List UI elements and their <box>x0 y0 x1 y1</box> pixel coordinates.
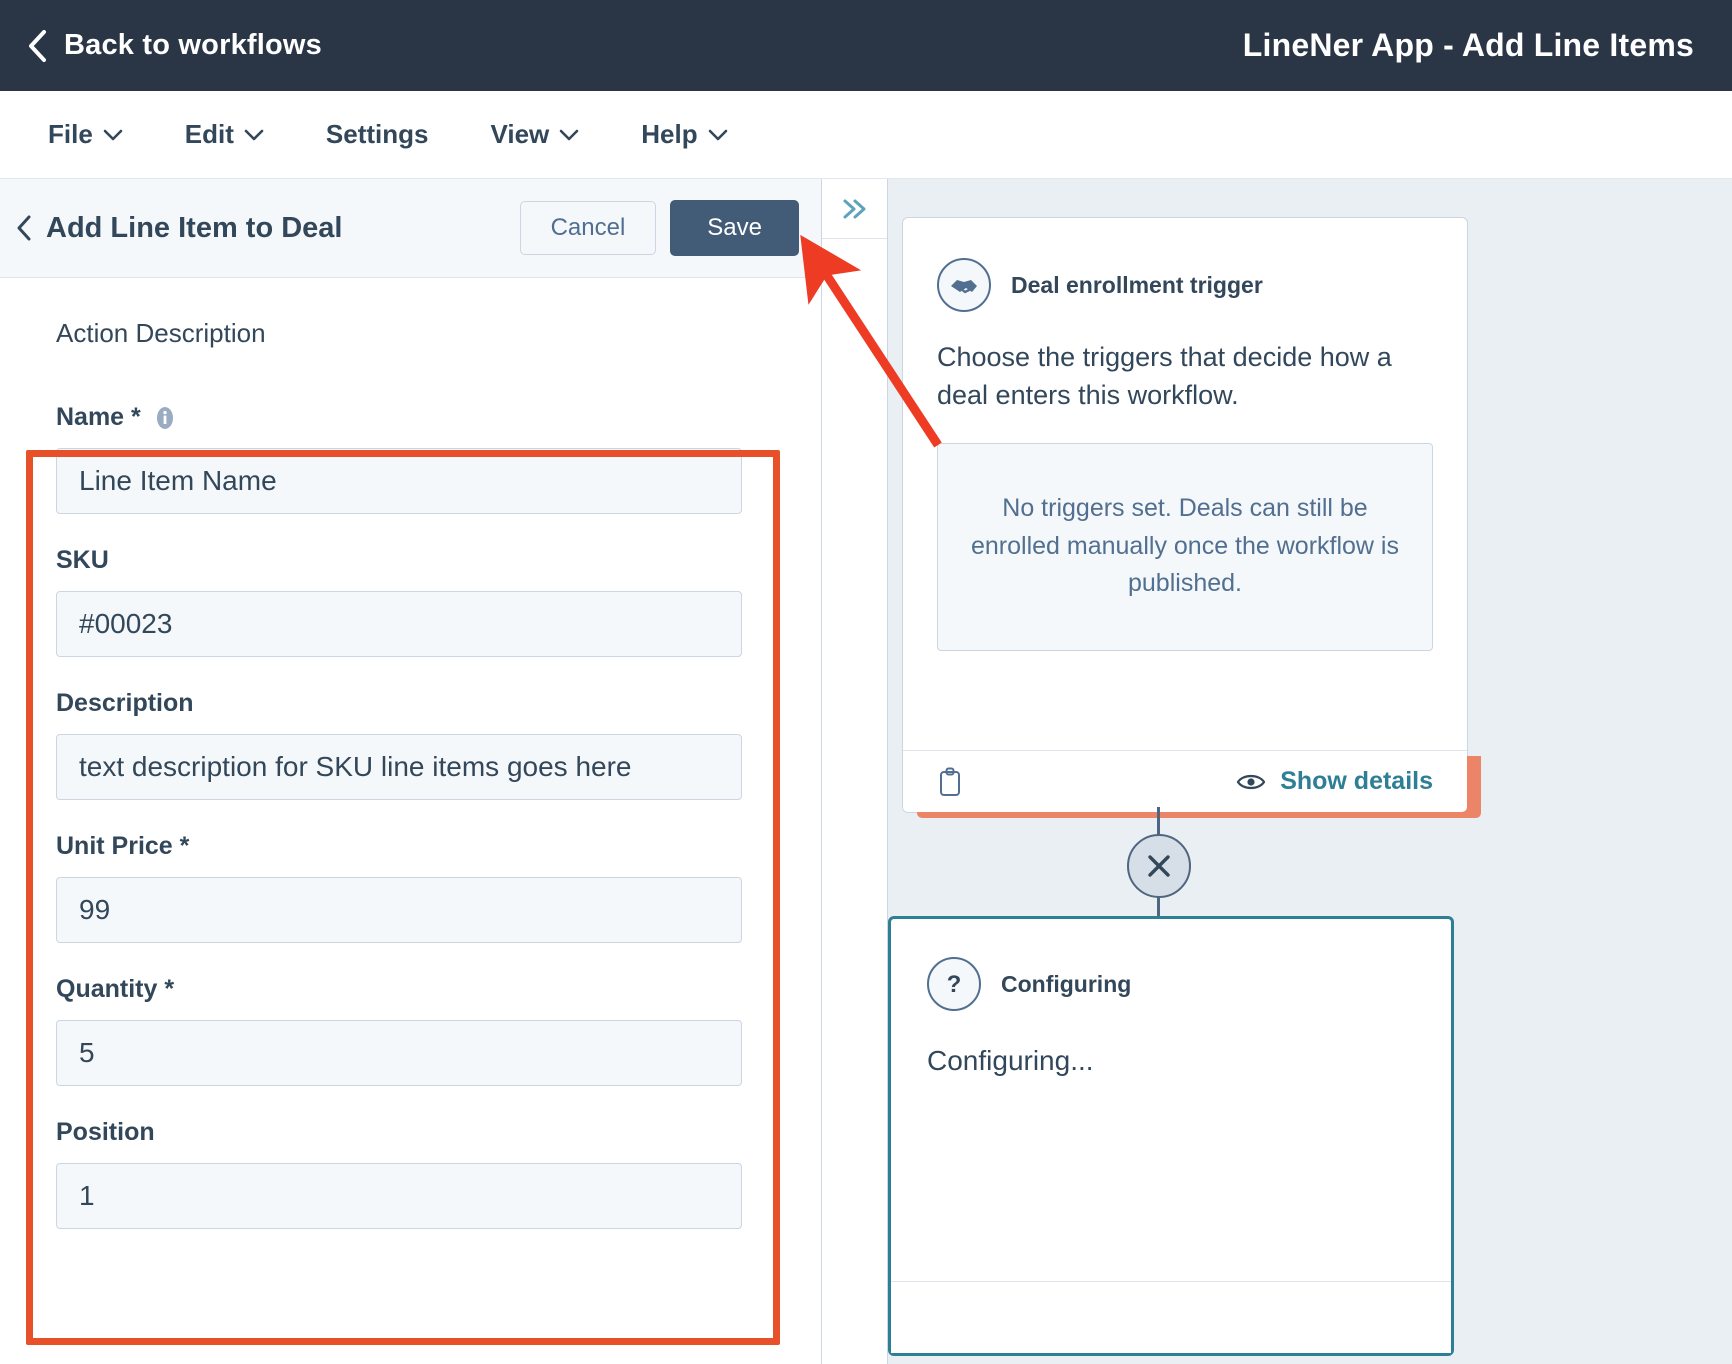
app-window: Back to workflows LineNer App - Add Line… <box>0 0 1732 1364</box>
deal-enrollment-trigger-card[interactable]: Deal enrollment trigger Choose the trigg… <box>902 217 1481 818</box>
question-mark-icon: ? <box>927 957 981 1011</box>
configuring-card-body: Configuring... <box>927 1045 1094 1076</box>
unit-price-input[interactable]: 99 <box>56 877 742 943</box>
menu-item-help[interactable]: Help <box>641 119 727 150</box>
app-title: LineNer App - Add Line Items <box>1242 27 1694 63</box>
panel-title: Add Line Item to Deal <box>46 211 343 244</box>
field-unit-price: Unit Price * 99 <box>56 832 742 943</box>
description-input[interactable]: text description for SKU line items goes… <box>56 734 742 800</box>
expand-panel-button[interactable] <box>822 179 887 239</box>
svg-text:?: ? <box>947 971 962 998</box>
field-sku: SKU #00023 <box>56 546 742 657</box>
line-item-form: Name * Line Item Name SKU #00023 Descrip… <box>0 349 742 1229</box>
name-input[interactable]: Line Item Name <box>56 448 742 514</box>
double-chevron-right-icon <box>843 199 865 218</box>
chevron-down-icon <box>244 129 264 140</box>
action-description-label: Action Description <box>56 318 266 348</box>
panel-header-actions: Cancel Save <box>519 200 799 256</box>
position-input[interactable]: 1 <box>56 1163 742 1229</box>
action-edit-panel: Add Line Item to Deal Cancel Save Action… <box>0 179 822 1364</box>
configuring-card-content: ? Configuring Configuring... <box>891 919 1451 1077</box>
field-quantity: Quantity * 5 <box>56 975 742 1086</box>
chevron-left-icon <box>17 215 31 241</box>
chevron-down-icon <box>103 129 123 140</box>
field-description-label: Description <box>56 689 194 717</box>
menu-item-edit-label: Edit <box>184 119 234 149</box>
menu-item-edit[interactable]: Edit <box>185 119 264 150</box>
no-triggers-text: No triggers set. Deals can still be enro… <box>971 494 1399 598</box>
field-name-label: Name * <box>56 403 740 432</box>
trigger-card-description: Choose the triggers that decide how a de… <box>937 342 1392 411</box>
trigger-card-content: Deal enrollment trigger Choose the trigg… <box>903 218 1467 651</box>
menu-item-help-label: Help <box>641 119 698 149</box>
back-to-workflows-label: Back to workflows <box>64 29 323 61</box>
panel-collapse-strip <box>822 179 888 1364</box>
field-position-label: Position <box>56 1118 155 1146</box>
clipboard-icon[interactable] <box>937 767 963 797</box>
menu-item-settings[interactable]: Settings <box>326 119 429 150</box>
no-triggers-empty-state: No triggers set. Deals can still be enro… <box>937 442 1433 651</box>
sku-input[interactable]: #00023 <box>56 591 742 657</box>
cancel-button[interactable]: Cancel <box>519 201 657 255</box>
field-position: Position 1 <box>56 1118 742 1229</box>
menu-item-file-label: File <box>48 119 93 149</box>
info-icon[interactable] <box>153 406 177 430</box>
field-quantity-label: Quantity * <box>56 975 175 1003</box>
workflow-canvas: Deal enrollment trigger Choose the trigg… <box>888 179 1732 1364</box>
configuring-card-footer <box>891 1281 1451 1353</box>
top-header: Back to workflows LineNer App - Add Line… <box>0 0 1732 91</box>
back-to-workflows-button[interactable]: Back to workflows <box>26 29 322 63</box>
remove-connector-button[interactable] <box>1127 834 1191 898</box>
configuring-card-header: ? Configuring <box>927 957 1415 1011</box>
show-details-label: Show details <box>1280 767 1433 795</box>
menu-item-file[interactable]: File <box>48 119 123 150</box>
chevron-left-icon <box>29 29 46 62</box>
save-button[interactable]: Save <box>670 200 799 256</box>
configuring-card-title: Configuring <box>1001 970 1132 997</box>
configuring-card[interactable]: ? Configuring Configuring... <box>888 916 1454 1356</box>
field-sku-label: SKU <box>56 546 109 574</box>
panel-header: Add Line Item to Deal Cancel Save <box>0 179 821 278</box>
handshake-icon <box>937 258 991 312</box>
panel-back-button[interactable]: Add Line Item to Deal <box>16 212 342 245</box>
panel-body: Action Description Name * Line Item Name <box>0 278 821 1364</box>
field-unit-price-label: Unit Price * <box>56 832 190 860</box>
trigger-card-header: Deal enrollment trigger <box>937 258 1433 312</box>
show-details-button[interactable]: Show details <box>1236 767 1433 796</box>
chevron-down-icon <box>559 129 579 140</box>
menu-item-view-label: View <box>490 119 550 149</box>
menu-bar: File Edit Settings View Help <box>0 91 1732 179</box>
close-x-icon <box>1148 855 1170 877</box>
quantity-input[interactable]: 5 <box>56 1020 742 1086</box>
menu-item-settings-label: Settings <box>325 119 429 149</box>
trigger-card-footer: Show details <box>903 750 1467 812</box>
trigger-card-title: Deal enrollment trigger <box>1011 271 1263 298</box>
chevron-down-icon <box>708 129 727 140</box>
eye-icon <box>1236 774 1266 789</box>
menu-item-view[interactable]: View <box>490 119 579 150</box>
field-name: Name * Line Item Name <box>56 403 742 514</box>
field-description: Description text description for SKU lin… <box>56 689 742 800</box>
